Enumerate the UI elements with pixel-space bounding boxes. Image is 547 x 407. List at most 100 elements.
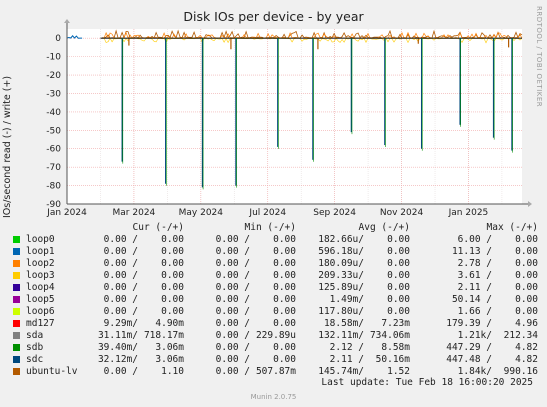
legend-value-max-r: 6.00 / (457, 234, 492, 245)
y-tick-label: -70 (46, 163, 61, 173)
legend-value-avg-r: 2.12 / (329, 342, 364, 353)
legend-value-max-w: 0.00 (515, 282, 538, 293)
legend-value-cur-w: 1.10 (161, 366, 184, 377)
legend-swatch (13, 344, 20, 351)
legend-value-cur-r: 0.00 / (103, 246, 138, 257)
legend-value-max-r: 447.29 / (446, 342, 492, 353)
legend-series-name: loop5 (26, 294, 55, 305)
legend-value-min-w: 507.87m (255, 366, 296, 377)
munin-footer: Munin 2.0.75 (250, 393, 297, 401)
legend-value-min-r: 0.00 / (215, 366, 250, 377)
x-tick-label: Mar 2024 (113, 208, 156, 218)
y-axis-arrow (64, 19, 70, 23)
legend-row-loop1: loop1 0.00 / 0.00 0.00 / 0.00 596.18u/0.00 11.… (10, 246, 540, 258)
legend-value-min-r: 0.00 / (215, 342, 250, 353)
legend-value-cur-w: 0.00 (161, 258, 184, 269)
legend-value-cur-w: 718.17m (143, 330, 184, 341)
x-axis-arrow (528, 201, 532, 207)
x-tick-label: Sep 2024 (313, 208, 356, 218)
legend-value-min-r: 0.00 / (215, 258, 250, 269)
legend-series-name: loop3 (26, 270, 55, 281)
y-tick-label: -20 (46, 71, 61, 81)
legend-value-cur-r: 0.00 / (103, 234, 138, 245)
legend-value-max-r: 1.21k/ (457, 330, 492, 341)
legend-value-min-w: 0.00 (273, 282, 296, 293)
legend-series-name: md127 (26, 318, 55, 329)
legend-value-cur-r: 0.00 / (103, 282, 138, 293)
legend-value-max-r: 179.39 / (446, 318, 492, 329)
legend-series-name: ubuntu-lv (26, 366, 78, 377)
legend-value-max-w: 4.82 (515, 342, 538, 353)
legend-value-min-w: 0.00 (273, 294, 296, 305)
legend-value-min-r: 0.00 / (215, 318, 250, 329)
legend-swatch (13, 332, 20, 339)
legend-series-name: loop4 (26, 282, 55, 293)
legend-value-avg-r: 209.33u/ (318, 270, 364, 281)
legend-header: Cur (-/+) Min (-/+) Avg (-/+) Max (-/+) (10, 222, 540, 234)
legend-row-loop0: loop0 0.00 / 0.00 0.00 / 0.00 182.66u/0.00 6.0… (10, 234, 540, 246)
legend-rows: loop0 0.00 / 0.00 0.00 / 0.00 182.66u/0.00 6.0… (10, 234, 540, 378)
legend-value-max-r: 2.78 / (457, 258, 492, 269)
legend-value-cur-r: 39.40m/ (97, 342, 138, 353)
legend: Cur (-/+) Min (-/+) Avg (-/+) Max (-/+) … (10, 222, 540, 378)
legend-value-avg-w: 0.00 (387, 234, 410, 245)
y-tick-label: -40 (46, 108, 61, 118)
legend-value-avg-w: 50.16m (375, 354, 410, 365)
legend-row-loop6: loop6 0.00 / 0.00 0.00 / 0.00 117.80u/0.00 1.6… (10, 306, 540, 318)
legend-value-avg-r: 2.11 / (329, 354, 364, 365)
legend-value-max-w: 0.00 (515, 294, 538, 305)
legend-value-min-r: 0.00 / (215, 330, 250, 341)
legend-value-max-r: 2.11 / (457, 282, 492, 293)
legend-row-loop4: loop4 0.00 / 0.00 0.00 / 0.00 125.89u/0.00 2.1… (10, 282, 540, 294)
legend-value-cur-w: 0.00 (161, 234, 184, 245)
y-tick-label: -60 (46, 145, 61, 155)
legend-header-avg: Avg (-/+) (358, 222, 410, 233)
legend-value-max-w: 4.82 (515, 354, 538, 365)
legend-row-sdc: sdc 32.12m/3.06m 0.00 / 0.00 2.11 / 50.16m 447… (10, 354, 540, 366)
chart-svg: Jan 2024 Mar 2024 May 2024 Jul 2024 Sep 2024… (46, 19, 532, 218)
legend-value-min-w: 0.00 (273, 306, 296, 317)
legend-value-cur-r: 0.00 / (103, 306, 138, 317)
legend-value-min-w: 0.00 (273, 342, 296, 353)
legend-value-min-r: 0.00 / (215, 306, 250, 317)
y-tick-label: -80 (46, 182, 61, 192)
x-tick-label: Nov 2024 (380, 208, 424, 218)
legend-value-min-w: 229.89u (255, 330, 296, 341)
legend-value-max-w: 0.00 (515, 246, 538, 257)
x-tick-label: May 2024 (179, 208, 224, 218)
legend-value-avg-r: 1.49m/ (329, 294, 364, 305)
legend-value-min-w: 0.00 (273, 318, 296, 329)
legend-value-cur-r: 32.12m/ (97, 354, 138, 365)
legend-value-max-w: 0.00 (515, 306, 538, 317)
legend-value-min-w: 0.00 (273, 270, 296, 281)
legend-value-min-w: 0.00 (273, 354, 296, 365)
legend-series-name: sdb (26, 342, 44, 353)
legend-swatch (13, 368, 20, 375)
legend-swatch (13, 308, 20, 315)
legend-value-cur-r: 0.00 / (103, 366, 138, 377)
legend-value-cur-w: 3.06m (155, 342, 184, 353)
legend-row-md127: md127 9.29m/4.90m 0.00 / 0.00 18.58m/7.23m 17… (10, 318, 540, 330)
legend-value-max-w: 4.96 (515, 318, 538, 329)
legend-swatch (13, 320, 20, 327)
legend-value-min-w: 0.00 (273, 246, 296, 257)
legend-value-avg-r: 117.80u/ (318, 306, 364, 317)
plot-area (67, 29, 522, 204)
legend-value-cur-w: 3.06m (155, 354, 184, 365)
legend-row-sda: sda 31.11m/718.17m 0.00 / 229.89u 132.11m/73… (10, 330, 540, 342)
legend-row-sdb: sdb 39.40m/3.06m 0.00 / 0.00 2.12 / 8.58m 447.… (10, 342, 540, 354)
legend-value-min-r: 0.00 / (215, 282, 250, 293)
legend-swatch (13, 356, 20, 363)
legend-series-name: loop0 (26, 234, 55, 245)
legend-value-avg-r: 125.89u/ (318, 282, 364, 293)
x-tick-label: Jul 2024 (248, 208, 286, 218)
legend-value-cur-r: 0.00 / (103, 258, 138, 269)
legend-value-cur-w: 0.00 (161, 306, 184, 317)
y-tick-label: 0 (55, 34, 61, 44)
legend-value-max-w: 0.00 (515, 270, 538, 281)
legend-value-cur-r: 9.29m/ (103, 318, 138, 329)
legend-row-loop2: loop2 0.00 / 0.00 0.00 / 0.00 180.09u/0.00 2.7… (10, 258, 540, 270)
y-tick-label: -50 (46, 126, 61, 136)
legend-value-max-w: 0.00 (515, 258, 538, 269)
legend-swatch (13, 284, 20, 291)
